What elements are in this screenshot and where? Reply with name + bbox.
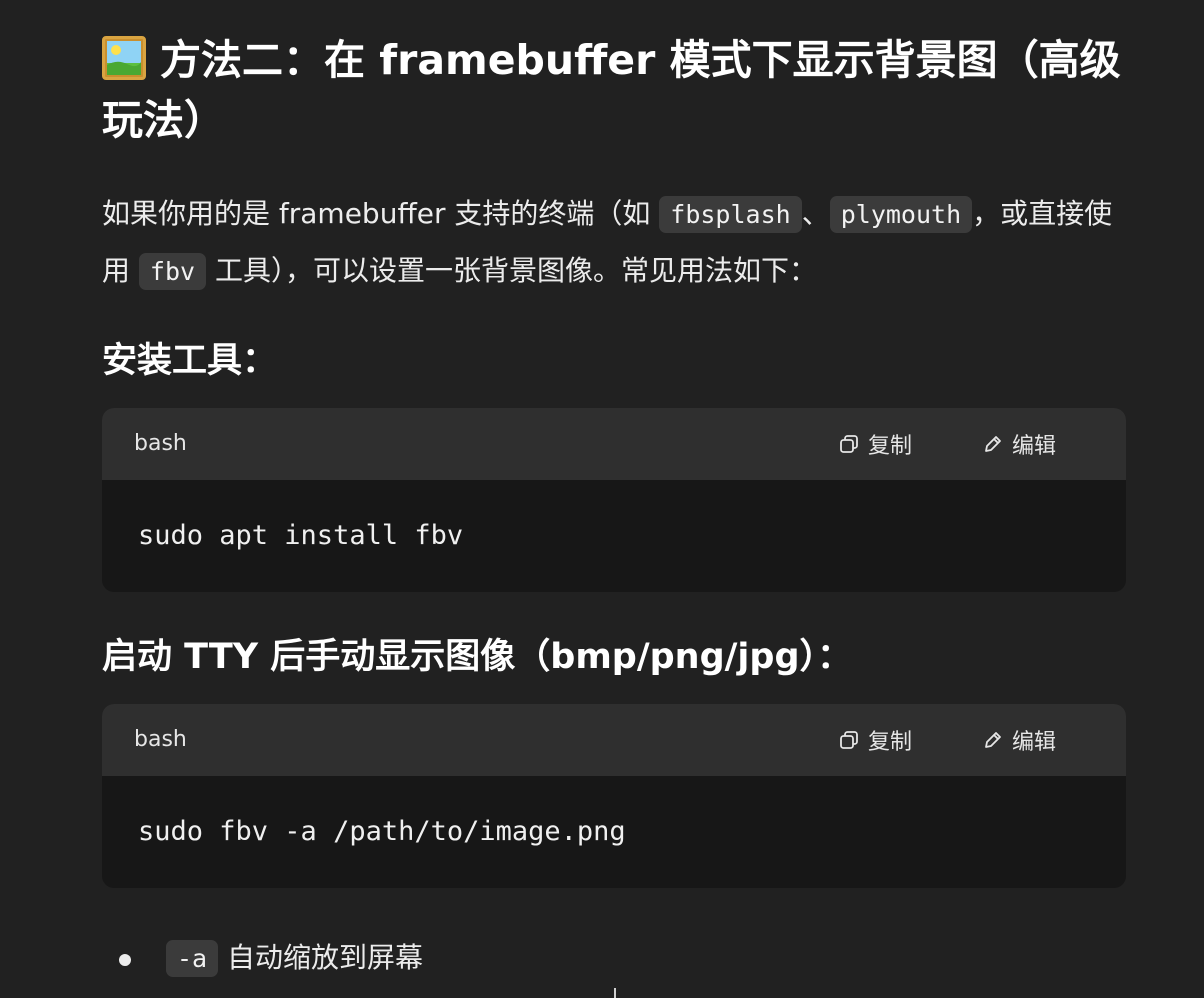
edit-button[interactable]: 编辑 [982,408,1056,480]
edit-label: 编辑 [1012,434,1057,459]
section-heading-text: 方法二：在 framebuffer 模式下显示背景图（高级玩法） [102,36,1121,144]
inline-code-option: -a [166,940,219,977]
copy-icon [838,729,860,751]
display-heading: 启动 TTY 后手动显示图像（bmp/png/jpg）： [102,637,853,677]
pencil-icon [982,433,1004,455]
display-code-block: bash 复制 编辑 sudo fbv -a /path/to/image.pn… [102,704,1126,888]
option-list: -a 自动缩放到屏幕 [102,930,1126,987]
code-block-header: bash 复制 编辑 [102,704,1126,776]
code-block-body: sudo fbv -a /path/to/image.png [102,776,1126,888]
copy-label: 复制 [868,434,913,459]
edit-button[interactable]: 编辑 [982,704,1056,776]
copy-button[interactable]: 复制 [838,704,912,776]
code-block-body: sudo apt install fbv [102,480,1126,592]
copy-button[interactable]: 复制 [838,408,912,480]
code-block-header: bash 复制 编辑 [102,408,1126,480]
intro-paragraph: 如果你用的是 framebuffer 支持的终端（如 fbsplash、 plym… [102,186,1126,300]
copy-icon [838,433,860,455]
inline-code-fbv: fbv [138,253,207,290]
section-heading: 方法二：在 framebuffer 模式下显示背景图（高级玩法） [102,30,1126,150]
code-line: sudo fbv -a /path/to/image.png [138,816,626,847]
bullet-dot [119,954,131,966]
edit-label: 编辑 [1012,730,1057,755]
framed-picture-icon [102,36,146,80]
inline-code-plymouth: plymouth [829,196,973,233]
intro-text-1: 如果你用的是 framebuffer 支持的终端（如 [102,197,660,230]
inline-code-fbsplash: fbsplash [659,196,802,233]
install-code-block: bash 复制 编辑 sudo apt install fbv [102,408,1126,592]
code-line: sudo apt install fbv [138,520,464,551]
intro-separator: 、 [801,197,830,230]
text-cursor [614,988,616,998]
list-item-text: 自动缩放到屏幕 [218,941,424,974]
copy-label: 复制 [868,730,913,755]
list-item: -a 自动缩放到屏幕 [102,930,1126,987]
code-language-label: bash [134,727,187,752]
code-language-label: bash [134,431,187,456]
install-heading: 安装工具： [102,341,278,381]
intro-text-3: 工具），可以设置一张背景图像。常见用法如下： [206,254,817,287]
pencil-icon [982,729,1004,751]
